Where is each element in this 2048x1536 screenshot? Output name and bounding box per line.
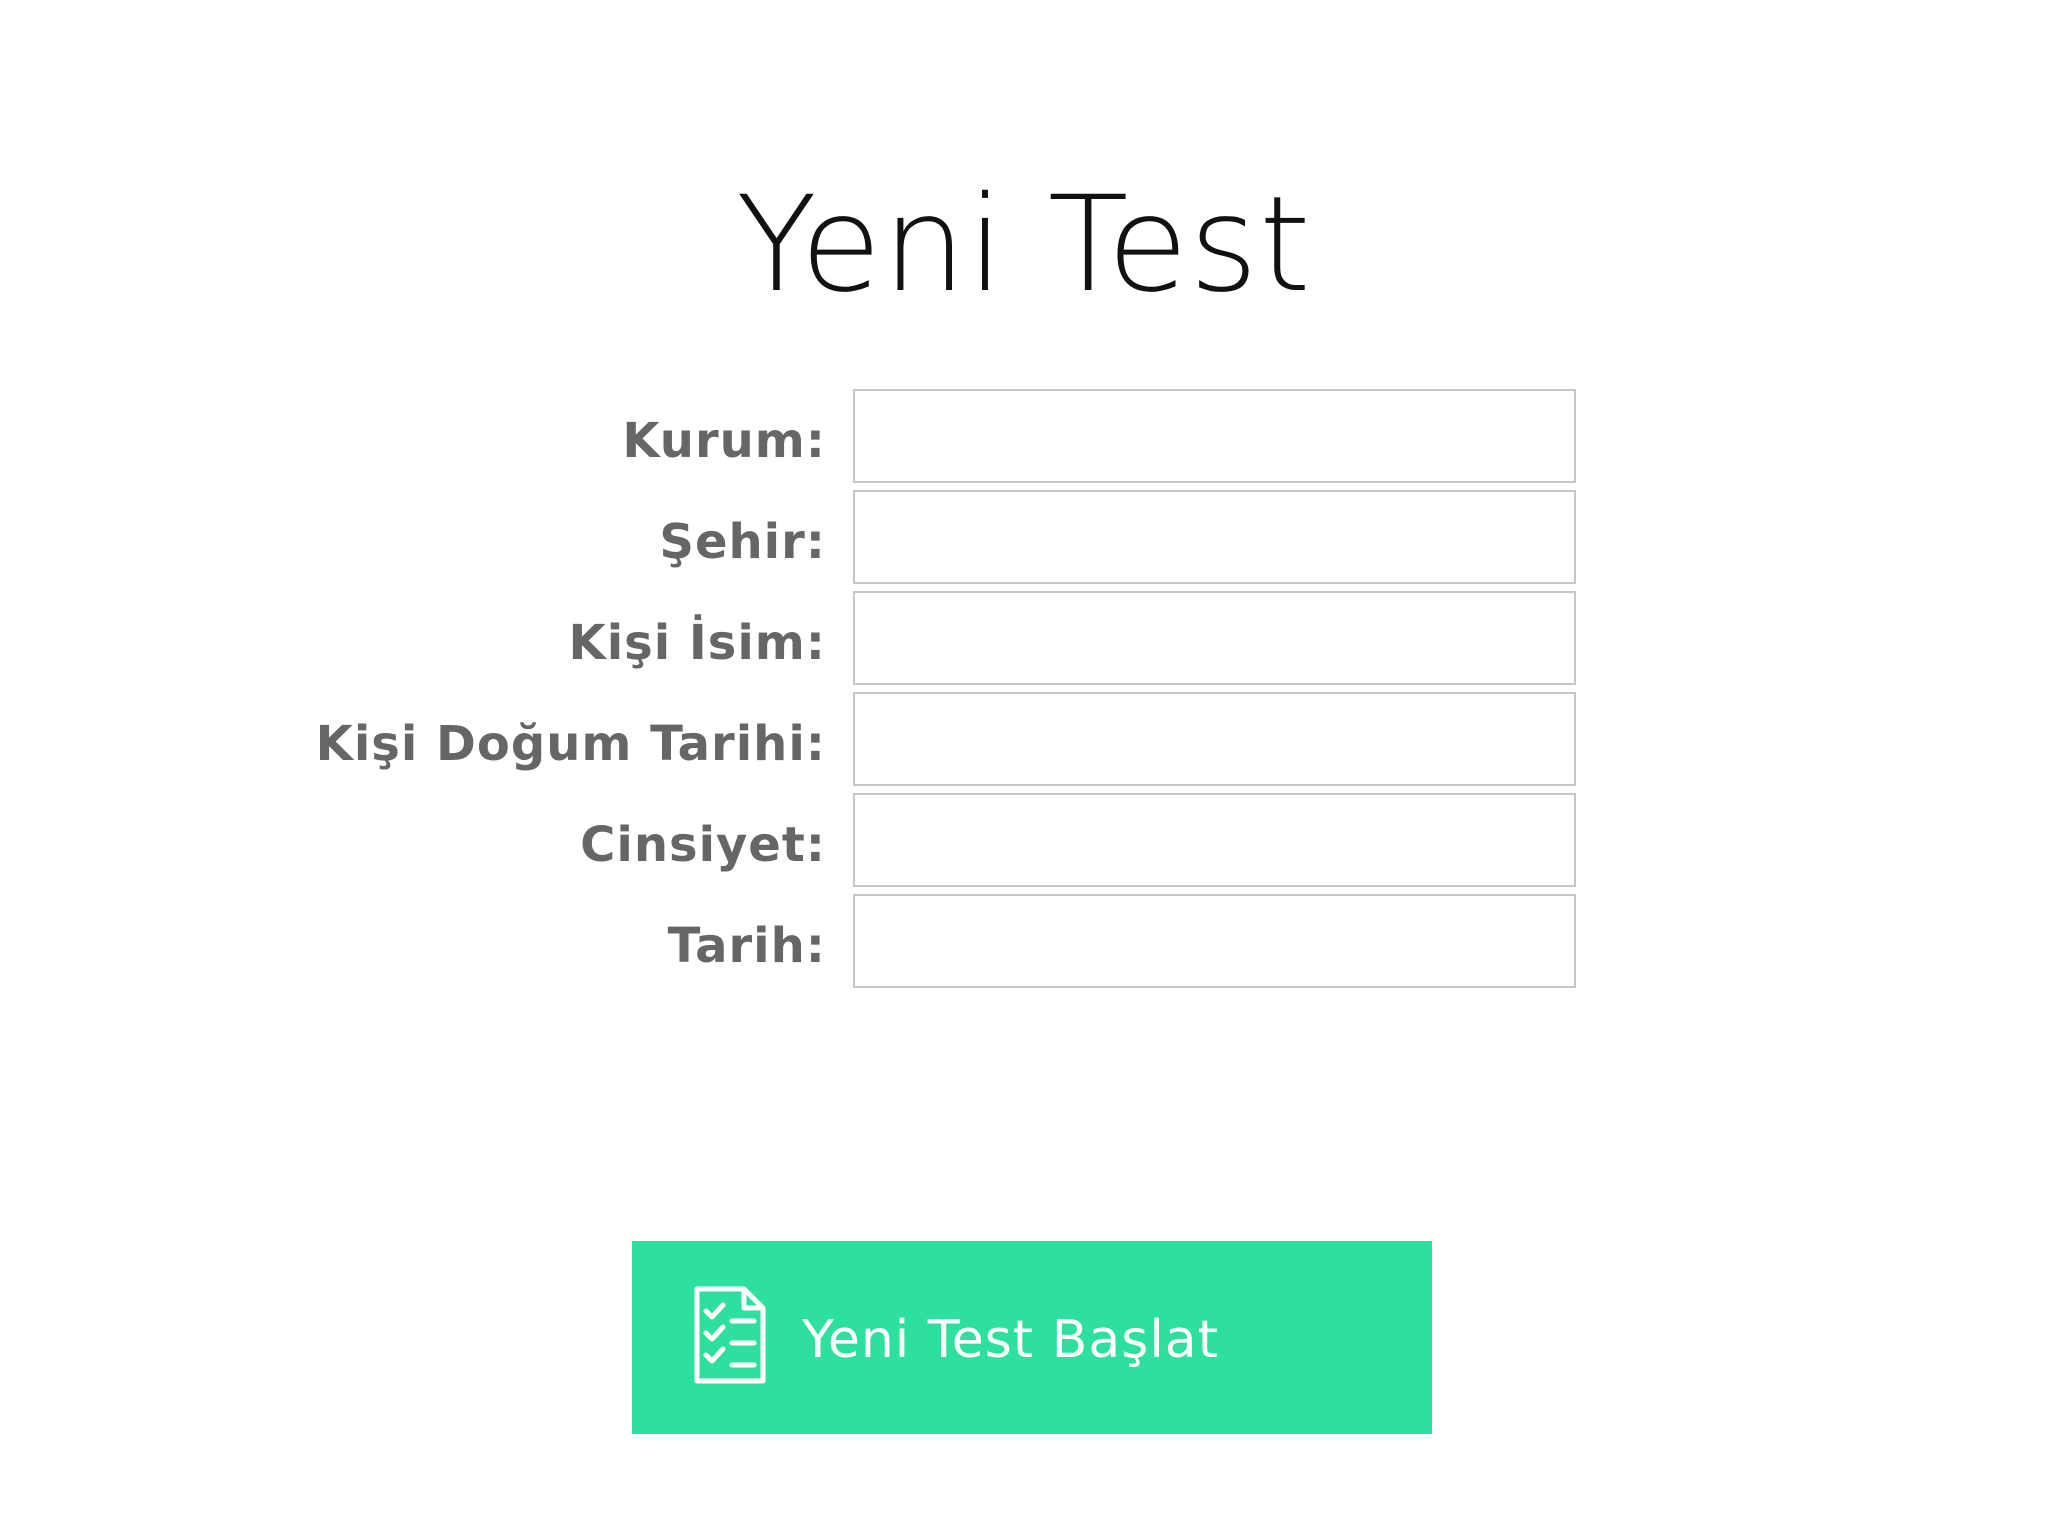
person-name-label: Kişi İsim: bbox=[568, 615, 826, 671]
gender-input[interactable] bbox=[853, 793, 1576, 887]
date-input[interactable] bbox=[853, 894, 1576, 988]
institution-input[interactable] bbox=[853, 389, 1576, 483]
page-title: Yeni Test bbox=[736, 168, 1312, 322]
form-row-city: Şehir: bbox=[0, 490, 2048, 584]
gender-label: Cinsiyet: bbox=[580, 817, 826, 873]
start-new-test-button[interactable]: Yeni Test Başlat bbox=[632, 1241, 1432, 1434]
checklist-icon bbox=[692, 1285, 768, 1385]
form-row-date: Tarih: bbox=[0, 894, 2048, 988]
city-label: Şehir: bbox=[659, 514, 826, 570]
city-input[interactable] bbox=[853, 490, 1576, 584]
person-name-input[interactable] bbox=[853, 591, 1576, 685]
new-test-page: Yeni Test Kurum: Şehir: Kişi İsim: Kişi … bbox=[0, 0, 2048, 1536]
institution-label: Kurum: bbox=[622, 413, 826, 469]
form-row-institution: Kurum: bbox=[0, 389, 2048, 483]
birth-date-input[interactable] bbox=[853, 692, 1576, 786]
form-row-birth-date: Kişi Doğum Tarihi: bbox=[0, 692, 2048, 786]
birth-date-label: Kişi Doğum Tarihi: bbox=[315, 716, 826, 772]
form-row-gender: Cinsiyet: bbox=[0, 793, 2048, 887]
start-new-test-label: Yeni Test Başlat bbox=[802, 1310, 1220, 1370]
date-label: Tarih: bbox=[667, 918, 826, 974]
form-row-person-name: Kişi İsim: bbox=[0, 591, 2048, 685]
